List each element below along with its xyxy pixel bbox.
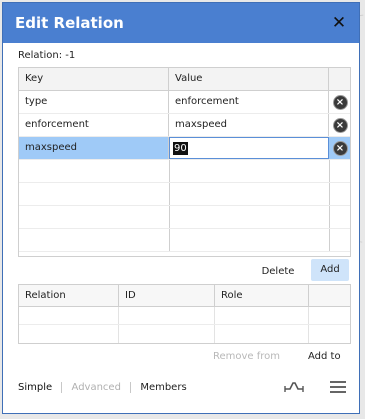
members-column bbox=[19, 307, 119, 343]
member-row-divider bbox=[19, 324, 350, 325]
tag-value-cell[interactable]: enforcement bbox=[169, 91, 329, 113]
tag-row[interactable]: type enforcement × bbox=[19, 91, 350, 114]
tag-table-header: Key Value bbox=[19, 68, 350, 91]
tab-advanced[interactable]: Advanced bbox=[72, 380, 121, 396]
close-circle-icon[interactable]: × bbox=[332, 118, 348, 133]
key-column-header: Key bbox=[19, 68, 169, 90]
tab-simple[interactable]: Simple bbox=[18, 380, 52, 396]
close-circle-icon[interactable]: × bbox=[332, 141, 348, 156]
tag-table: Key Value type enforcement × enforcement… bbox=[18, 67, 351, 257]
route-icon[interactable] bbox=[284, 379, 304, 393]
tab-divider bbox=[130, 381, 132, 393]
members-column bbox=[119, 307, 215, 343]
relation-label: Relation: -1 bbox=[18, 50, 76, 61]
members-column bbox=[215, 307, 309, 343]
add-tag-button[interactable]: Add bbox=[311, 259, 349, 281]
menu-icon[interactable] bbox=[330, 381, 346, 393]
delete-tag-action-button[interactable]: Delete bbox=[253, 262, 303, 282]
dialog-title: Edit Relation bbox=[3, 3, 359, 43]
remove-from-button[interactable]: Remove from bbox=[213, 349, 280, 365]
tag-value-selected-text[interactable]: 90 bbox=[173, 142, 188, 155]
tag-key-cell[interactable]: maxspeed bbox=[19, 137, 169, 159]
members-table-header: Relation ID Role bbox=[19, 285, 350, 307]
delete-tag-button[interactable]: × bbox=[329, 114, 350, 136]
close-icon[interactable]: ✕ bbox=[329, 13, 349, 33]
empty-tag-row[interactable] bbox=[19, 229, 350, 252]
id-column-header: ID bbox=[119, 285, 215, 306]
tag-key-cell[interactable]: type bbox=[19, 91, 169, 113]
tag-value-cell[interactable]: maxspeed bbox=[169, 114, 329, 136]
empty-tag-row[interactable] bbox=[19, 160, 350, 183]
tag-value-editor[interactable]: 90 bbox=[169, 137, 329, 159]
relation-column-header: Relation bbox=[19, 285, 119, 306]
delete-tag-button[interactable]: × bbox=[329, 91, 350, 113]
tag-key-cell[interactable]: enforcement bbox=[19, 114, 169, 136]
members-table: Relation ID Role bbox=[18, 284, 351, 344]
close-circle-icon[interactable]: × bbox=[332, 95, 348, 110]
value-column-header: Value bbox=[169, 68, 329, 90]
role-column-header: Role bbox=[215, 285, 309, 306]
empty-tag-row[interactable] bbox=[19, 206, 350, 229]
delete-tag-button[interactable]: × bbox=[329, 137, 350, 159]
edit-relation-dialog: Edit Relation ✕ Relation: -1 Key Value t… bbox=[2, 2, 360, 414]
tab-divider bbox=[61, 381, 63, 393]
tab-members[interactable]: Members bbox=[140, 380, 186, 396]
mode-tabs: Simple Advanced Members bbox=[18, 380, 187, 396]
tag-row-selected[interactable]: maxspeed 90 × bbox=[19, 137, 350, 160]
empty-tag-row[interactable] bbox=[19, 183, 350, 206]
tag-row[interactable]: enforcement maxspeed × bbox=[19, 114, 350, 137]
add-to-button[interactable]: Add to bbox=[308, 349, 341, 365]
